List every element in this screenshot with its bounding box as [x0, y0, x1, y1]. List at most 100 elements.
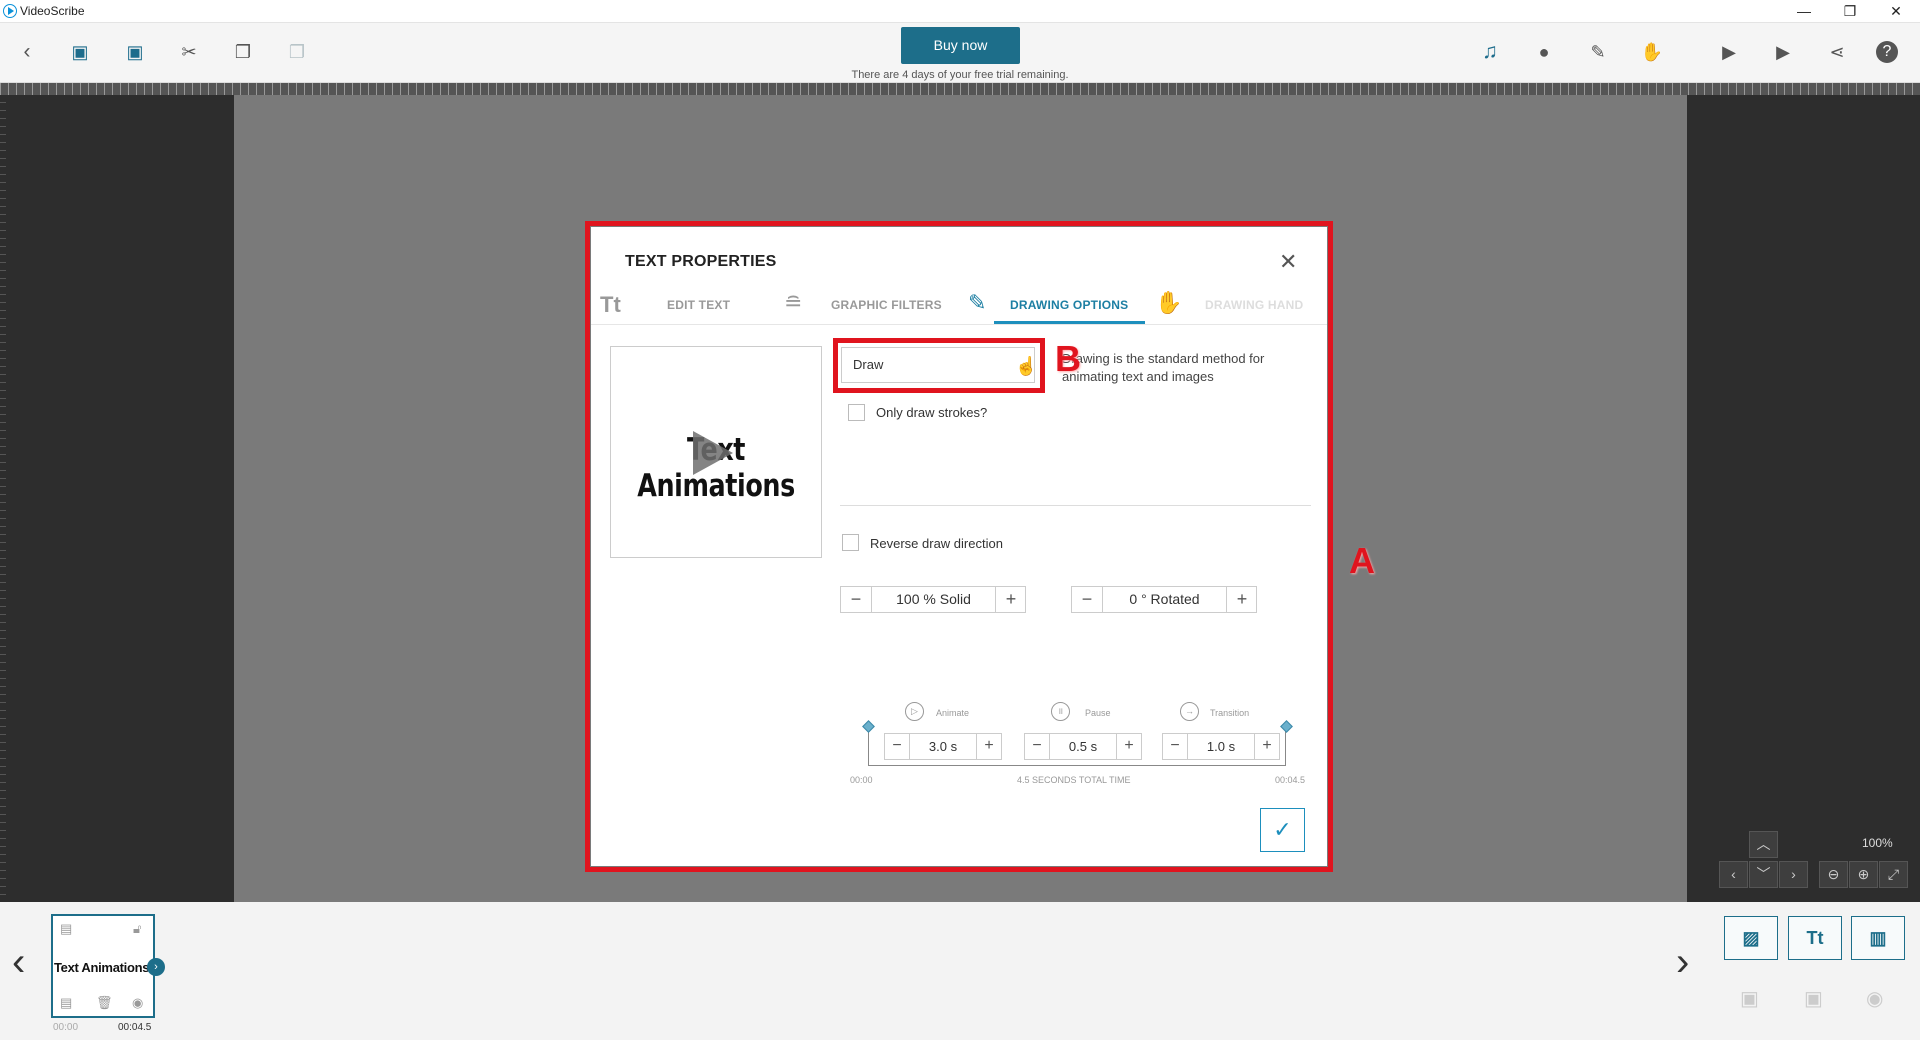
only-draw-strokes-checkbox[interactable]: [848, 404, 865, 421]
timeline-prev-icon[interactable]: ‹: [12, 940, 25, 985]
save-icon[interactable]: ▣: [65, 37, 95, 67]
music-icon[interactable]: ♫: [1475, 37, 1505, 67]
timing-start-time: 00:00: [850, 775, 873, 785]
animate-timer-icon: ▷: [905, 702, 924, 721]
copy-icon[interactable]: ❐: [228, 37, 258, 67]
reverse-draw-checkbox[interactable]: [842, 534, 859, 551]
pause-decrease-button[interactable]: −: [1025, 734, 1049, 759]
app-logo-icon: [3, 4, 17, 18]
animate-value[interactable]: 3.0 s: [909, 734, 977, 759]
only-draw-strokes-label: Only draw strokes?: [876, 405, 988, 420]
pause-label: Pause: [1085, 708, 1111, 718]
help-icon[interactable]: ?: [1876, 41, 1898, 63]
paste-icon[interactable]: ❐: [282, 37, 312, 67]
restore-button[interactable]: ❐: [1827, 1, 1873, 21]
pan-right-button[interactable]: ›: [1779, 861, 1808, 888]
rotation-stepper: − 0 ° Rotated +: [1071, 586, 1257, 613]
save-as-icon[interactable]: ▣: [120, 37, 150, 67]
opacity-increase-button[interactable]: +: [996, 587, 1026, 612]
opacity-decrease-button[interactable]: −: [841, 587, 871, 612]
zoom-out-icon[interactable]: ⊖: [1819, 861, 1848, 888]
camera-settings-icon[interactable]: ▣: [1804, 986, 1823, 1011]
cut-icon[interactable]: ✂: [174, 37, 204, 67]
fit-screen-icon[interactable]: ⤢: [1879, 861, 1908, 888]
preview-play-icon[interactable]: [693, 431, 733, 475]
canvas-margin-right: [1687, 95, 1920, 902]
scene-camera-icon[interactable]: ▤: [60, 921, 72, 937]
animation-description: Drawing is the standard method for anima…: [1062, 351, 1265, 384]
transition-increase-button[interactable]: +: [1255, 734, 1279, 759]
zoom-level: 100%: [1862, 836, 1893, 850]
animate-stepper: − 3.0 s +: [884, 733, 1002, 760]
add-text-button[interactable]: Tt: [1788, 916, 1842, 960]
pan-left-button[interactable]: ‹: [1719, 861, 1748, 888]
animate-increase-button[interactable]: +: [977, 734, 1001, 759]
dialog-title: TEXT PROPERTIES: [625, 253, 777, 270]
scene-delete-icon[interactable]: 🗑︎: [96, 995, 113, 1011]
scene-next-icon[interactable]: ›: [147, 958, 165, 976]
annotation-label-a: A: [1349, 540, 1375, 581]
filter-icon[interactable]: ≘: [784, 290, 802, 316]
scene-time-end: 00:04.5: [118, 1022, 152, 1033]
pencil-icon[interactable]: ✎: [968, 290, 986, 316]
text-tt-icon[interactable]: Tt: [600, 292, 621, 318]
drawing-hand-icon: ✋: [1155, 290, 1183, 315]
hand-cursor-icon: ☝: [1015, 356, 1038, 376]
annotation-label-b: B: [1055, 338, 1081, 379]
scene-lock-icon[interactable]: 🔓︎: [133, 921, 141, 937]
preview-eye-icon[interactable]: ◉: [1866, 986, 1883, 1011]
close-window-button[interactable]: ✕: [1873, 1, 1919, 21]
timing-end-time: 00:04.5: [1275, 775, 1306, 785]
zoom-in-icon[interactable]: ⊕: [1849, 861, 1878, 888]
timeline-next-icon[interactable]: ›: [1676, 940, 1689, 985]
timing-total-time: 4.5 SECONDS TOTAL TIME: [1017, 775, 1131, 785]
tab-graphic-filters[interactable]: GRAPHIC FILTERS: [831, 298, 942, 312]
opacity-value[interactable]: 100 % Solid: [871, 587, 996, 612]
tab-edit-text[interactable]: EDIT TEXT: [667, 298, 730, 312]
transition-label: Transition: [1210, 708, 1250, 718]
add-image-button[interactable]: ▨: [1724, 916, 1778, 960]
pause-increase-button[interactable]: +: [1117, 734, 1141, 759]
section-divider: [840, 505, 1311, 506]
rotation-increase-button[interactable]: +: [1227, 587, 1257, 612]
transition-timer-icon: →: [1180, 702, 1199, 721]
top-ruler: [0, 83, 1920, 95]
opacity-stepper: − 100 % Solid +: [840, 586, 1026, 613]
pan-down-button[interactable]: ﹀: [1749, 861, 1778, 888]
scene-visibility-icon[interactable]: ◉: [132, 995, 143, 1011]
hand-icon[interactable]: ✋: [1637, 37, 1667, 67]
animate-label: Animate: [936, 708, 970, 718]
play-icon[interactable]: ▶: [1768, 37, 1798, 67]
reverse-draw-label: Reverse draw direction: [870, 536, 1003, 551]
pause-stepper: − 0.5 s +: [1024, 733, 1142, 760]
tab-drawing-options[interactable]: DRAWING OPTIONS: [1010, 298, 1128, 312]
camera-icon[interactable]: ▣: [1740, 986, 1759, 1011]
highlight-box-b: [833, 338, 1045, 393]
title-bar: [0, 0, 1920, 23]
rotation-value[interactable]: 0 ° Rotated: [1102, 587, 1227, 612]
animate-decrease-button[interactable]: −: [885, 734, 909, 759]
scene-time-start: 00:00: [53, 1022, 79, 1033]
rotation-decrease-button[interactable]: −: [1072, 587, 1102, 612]
transition-stepper: − 1.0 s +: [1162, 733, 1280, 760]
buy-now-button[interactable]: Buy now: [901, 27, 1020, 64]
canvas-margin-left: [6, 95, 234, 902]
scene-title: Text Animations: [54, 960, 150, 975]
timeline-bar: [0, 902, 1920, 1040]
brush-icon[interactable]: ✎: [1583, 37, 1613, 67]
dialog-close-icon[interactable]: ✕: [1279, 249, 1297, 275]
pause-value[interactable]: 0.5 s: [1049, 734, 1117, 759]
microphone-icon[interactable]: ●: [1529, 37, 1559, 67]
back-arrow-icon[interactable]: ‹: [12, 37, 42, 67]
confirm-check-button[interactable]: ✓: [1260, 808, 1305, 852]
app-title: VideoScribe: [20, 4, 85, 18]
minimize-button[interactable]: —: [1781, 1, 1827, 21]
play-from-icon[interactable]: ▶: [1714, 37, 1744, 67]
trial-remaining-text: There are 4 days of your free trial rema…: [851, 69, 1069, 81]
share-icon[interactable]: ⋖: [1822, 37, 1852, 67]
add-chart-button[interactable]: ▥: [1851, 916, 1905, 960]
scene-properties-icon[interactable]: ▤: [60, 995, 72, 1011]
transition-value[interactable]: 1.0 s: [1187, 734, 1255, 759]
transition-decrease-button[interactable]: −: [1163, 734, 1187, 759]
pan-up-button[interactable]: ︿: [1749, 831, 1778, 858]
